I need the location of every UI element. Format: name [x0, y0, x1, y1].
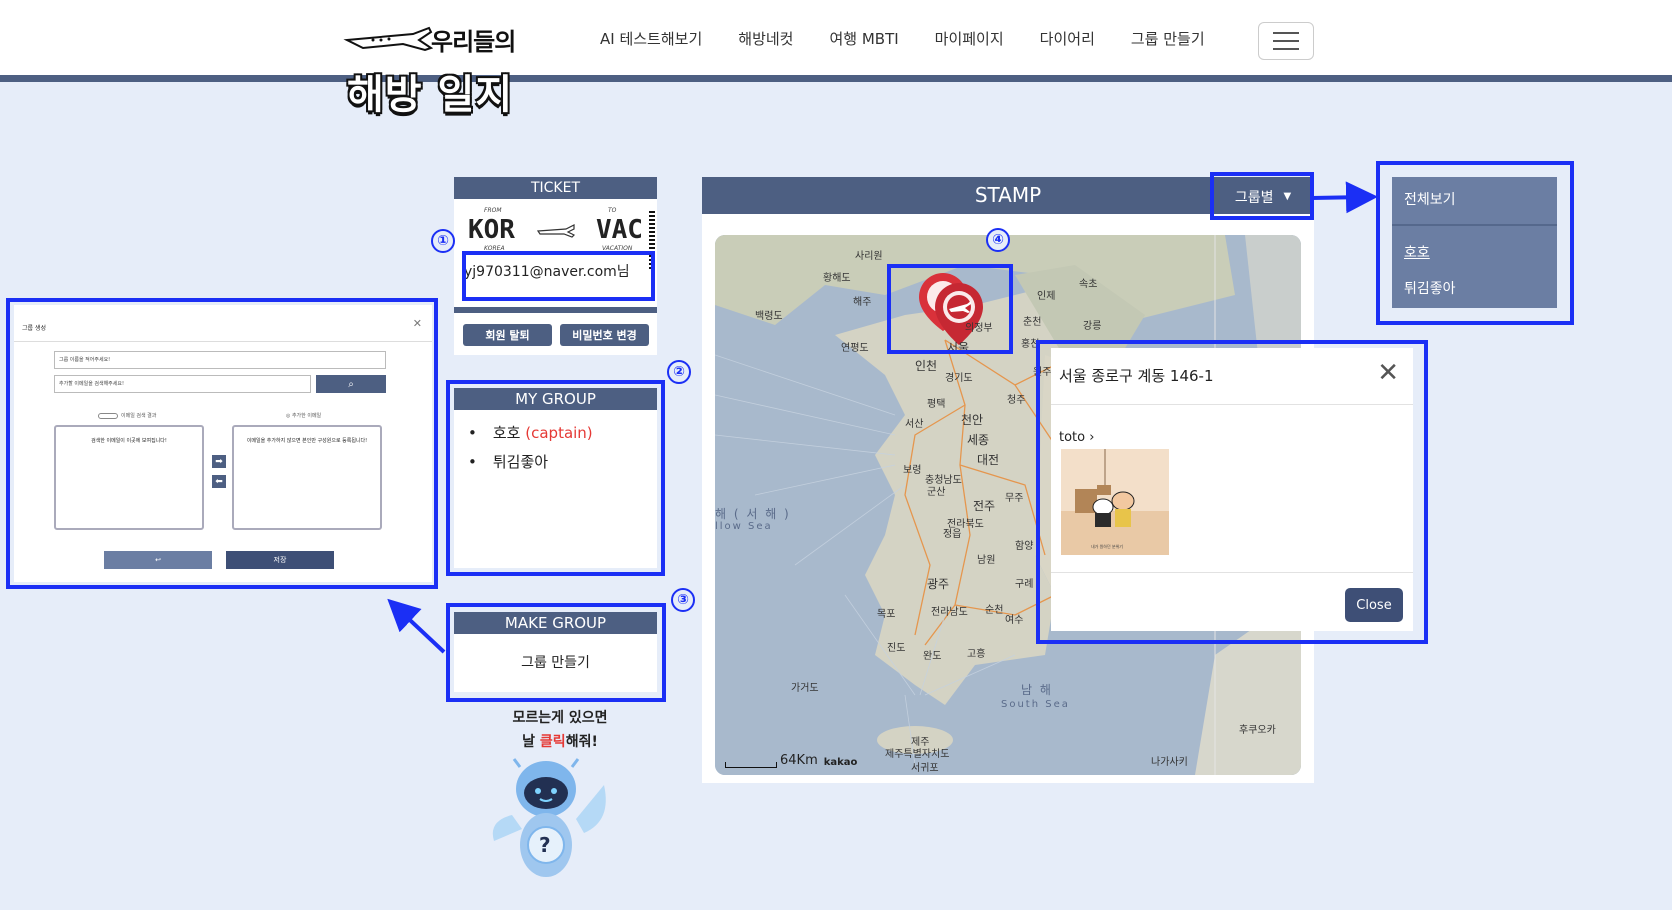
map-label: 해주 [853, 297, 872, 308]
plane-icon [536, 224, 576, 238]
ticket-route: FROM KOR KOREA TO VAC VACATION [468, 207, 648, 252]
map-label: 구례 [1015, 579, 1034, 590]
map-label: 제주특별자치도 [885, 749, 950, 760]
marker-highlight [887, 264, 1013, 354]
map-label: 보령 [903, 465, 922, 476]
map-label: 서귀포 [911, 763, 939, 774]
map-label: 춘천 [1023, 317, 1042, 328]
map-sea-label: 해 ( 서 해 ) [715, 507, 791, 521]
robot-icon [492, 758, 606, 877]
map-label: 광주 [927, 577, 950, 591]
map-scale: 64Km kakao [725, 753, 857, 768]
map-label: 여수 [1005, 615, 1024, 626]
email-highlight [462, 251, 655, 301]
map-label: 속초 [1079, 279, 1098, 290]
map-label: 고흥 [967, 649, 986, 660]
map-label: 전라남도 [931, 607, 968, 618]
map-label: 강릉 [1083, 321, 1102, 332]
to-small-label: TO [608, 207, 617, 214]
map-label: 무주 [1005, 493, 1024, 504]
help-line1: 모르는게 있으면 [512, 710, 608, 726]
map-label: 평택 [927, 399, 946, 410]
arrow-to-modal [387, 598, 446, 654]
map-label: 후쿠오카 [1239, 725, 1276, 736]
withdraw-button[interactable]: 회원 탈퇴 [463, 324, 552, 346]
map-sea-label: 남 해 [1021, 683, 1053, 697]
ticket-header: TICKET [454, 177, 657, 199]
popup-highlight [1036, 340, 1428, 644]
map-label: 황해도 [823, 273, 851, 284]
from-small-label: FROM [484, 207, 502, 214]
make-group-highlight [446, 603, 666, 702]
map-label: 전라북도 [947, 519, 984, 530]
map-label: 남원 [977, 555, 996, 566]
map-label: 인제 [1037, 291, 1056, 302]
scale-bar [725, 762, 777, 768]
ticket-band [454, 307, 657, 313]
map-label: 인천 [915, 359, 938, 373]
route-to: VAC [596, 215, 643, 245]
map-label: 목포 [877, 609, 896, 620]
map-attribution: kakao [823, 757, 858, 768]
help-line2: 날 클릭해줘! [522, 734, 598, 750]
map-label: 순천 [985, 605, 1004, 616]
map-label: 청주 [1007, 395, 1026, 406]
map-sea-label: llow Sea [715, 521, 773, 532]
map-label: 충청남도 [925, 475, 962, 486]
map-label: 연평도 [841, 343, 869, 354]
bot-question-mark: ? [539, 833, 551, 857]
marker-2: ② [667, 360, 691, 384]
scale-label: 64Km [780, 753, 818, 768]
map-label: 나가사키 [1151, 757, 1188, 768]
change-password-button[interactable]: 비밀번호 변경 [560, 324, 649, 346]
map-label: 전주 [973, 499, 996, 513]
map-label: 가거도 [791, 683, 819, 694]
map-label: 함양 [1015, 541, 1034, 552]
filter-highlight [1210, 172, 1314, 220]
marker-4: ④ [986, 228, 1010, 252]
marker-3: ③ [671, 588, 695, 612]
map-label: 사리원 [855, 251, 883, 262]
map-label: 대전 [977, 453, 1000, 467]
marker-1: ① [431, 229, 455, 253]
map-label: 경기도 [945, 373, 973, 384]
map-label: 천안 [961, 413, 984, 427]
map-label: 서산 [905, 419, 924, 430]
help-text: 모르는게 있으면 날 클릭해줘! [470, 706, 650, 754]
map-label: 세종 [967, 433, 990, 447]
arrow-to-dropdown [1311, 181, 1378, 214]
map-sea-label: South Sea [1001, 699, 1070, 710]
my-group-highlight [446, 380, 665, 576]
map-label: 백령도 [755, 311, 783, 322]
route-from: KOR [468, 215, 515, 245]
map-label: 완도 [923, 651, 942, 662]
dropdown-highlight [1376, 161, 1574, 325]
help-bot-button[interactable]: ? [484, 757, 614, 889]
modal-highlight [6, 298, 438, 589]
map-label: 진도 [887, 643, 906, 654]
